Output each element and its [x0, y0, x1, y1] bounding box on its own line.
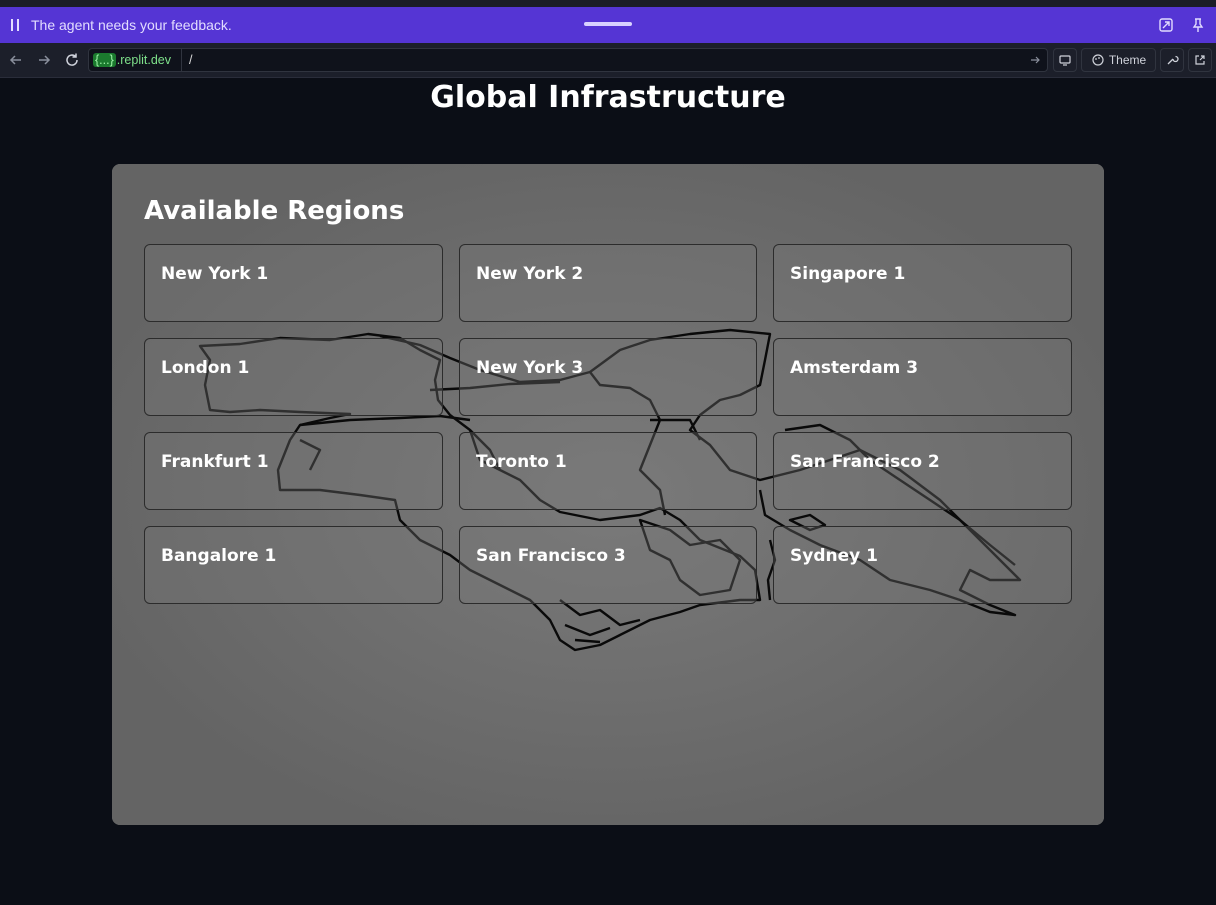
region-card[interactable]: Toronto 1: [459, 432, 757, 510]
url-host-chip: {...}: [93, 53, 116, 67]
wrench-icon: [1167, 55, 1179, 65]
url-separator: [181, 49, 182, 71]
region-card[interactable]: Singapore 1: [773, 244, 1072, 322]
regions-grid: New York 1 New York 2 Singapore 1 London…: [144, 244, 1072, 604]
devices-button[interactable]: [1053, 48, 1077, 72]
region-name: San Francisco 3: [476, 546, 626, 566]
region-name: New York 2: [476, 264, 584, 284]
region-card[interactable]: Sydney 1: [773, 526, 1072, 604]
drag-handle-icon[interactable]: [584, 22, 632, 26]
region-card[interactable]: Amsterdam 3: [773, 338, 1072, 416]
region-card[interactable]: New York 2: [459, 244, 757, 322]
section-title: Available Regions: [144, 196, 405, 226]
feedback-bar: The agent needs your feedback.: [0, 7, 1216, 43]
pause-icon[interactable]: [9, 18, 21, 32]
region-name: San Francisco 2: [790, 452, 940, 472]
url-path: /: [189, 53, 193, 67]
region-card[interactable]: San Francisco 2: [773, 432, 1072, 510]
palette-icon: [1092, 54, 1104, 66]
region-card[interactable]: New York 3: [459, 338, 757, 416]
reload-icon[interactable]: [63, 51, 81, 69]
region-name: Bangalore 1: [161, 546, 277, 566]
devices-icon: [1059, 55, 1071, 66]
expand-icon[interactable]: [1158, 17, 1174, 33]
page-title: Global Infrastructure: [430, 80, 786, 115]
forward-icon[interactable]: [35, 51, 53, 69]
go-icon[interactable]: [1029, 54, 1041, 66]
theme-button[interactable]: Theme: [1081, 48, 1156, 72]
region-name: Singapore 1: [790, 264, 906, 284]
window-top-edge: [0, 0, 1216, 7]
address-bar: {...} .replit.dev / Theme: [0, 43, 1216, 78]
url-host-domain: .replit.dev: [116, 53, 171, 67]
region-name: Sydney 1: [790, 546, 878, 566]
external-link-icon: [1195, 55, 1205, 65]
region-card[interactable]: Bangalore 1: [144, 526, 443, 604]
region-card[interactable]: Frankfurt 1: [144, 432, 443, 510]
region-name: Toronto 1: [476, 452, 567, 472]
feedback-message: The agent needs your feedback.: [31, 17, 232, 33]
region-name: London 1: [161, 358, 250, 378]
region-card[interactable]: London 1: [144, 338, 443, 416]
url-host: {...} .replit.dev: [93, 52, 171, 68]
region-name: New York 1: [161, 264, 269, 284]
open-external-button[interactable]: [1188, 48, 1212, 72]
theme-button-label: Theme: [1108, 53, 1147, 67]
region-card[interactable]: New York 1: [144, 244, 443, 322]
region-name: New York 3: [476, 358, 584, 378]
tools-button[interactable]: [1160, 48, 1184, 72]
back-icon[interactable]: [7, 51, 25, 69]
pin-icon[interactable]: [1190, 17, 1206, 33]
regions-panel: Available Regions New York 1 New York 2 …: [112, 164, 1104, 825]
url-input[interactable]: {...} .replit.dev /: [88, 48, 1048, 72]
region-name: Frankfurt 1: [161, 452, 269, 472]
region-card[interactable]: San Francisco 3: [459, 526, 757, 604]
region-name: Amsterdam 3: [790, 358, 919, 378]
